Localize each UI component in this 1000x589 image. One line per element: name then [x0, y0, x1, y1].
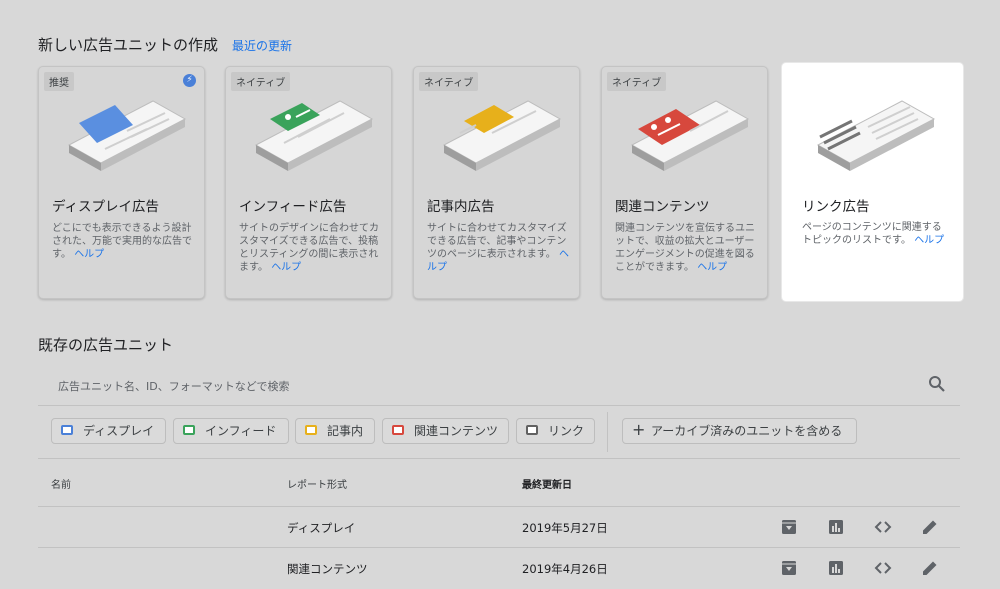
- cell-format: ディスプレイ: [287, 521, 356, 535]
- existing-section-title: 既存の広告ユニット: [38, 336, 174, 354]
- chip-label: 関連コンテンツ: [414, 424, 499, 438]
- card-description: どこにでも表示できるよう設計された、万能で実用的な広告です。 ヘルプ: [52, 223, 192, 260]
- card-description: サイトに合わせてカスタマイズできる広告で、記事やコンテンツのページに表示されます…: [427, 223, 569, 273]
- filter-chip-link[interactable]: リンク: [516, 418, 595, 444]
- plus-icon: +: [632, 420, 646, 439]
- help-link[interactable]: ヘルプ: [74, 249, 104, 260]
- card-description: サイトのデザインに合わせてカスタマイズできる広告で、投稿とリスティングの間に表示…: [239, 223, 379, 273]
- chip-label: インフィード: [205, 424, 277, 438]
- card-title: 記事内広告: [427, 199, 495, 215]
- code-icon[interactable]: [874, 559, 892, 577]
- related-content-illustration: [630, 100, 750, 171]
- cell-updated: 2019年5月27日: [522, 521, 608, 535]
- filter-chip-in-article[interactable]: 記事内: [295, 418, 375, 444]
- card-tag: 推奨: [44, 72, 74, 91]
- search-icon[interactable]: [928, 375, 946, 393]
- infeed-format-icon: [183, 425, 195, 435]
- in-article-ad-illustration: [442, 100, 562, 171]
- cell-format: 関連コンテンツ: [287, 562, 368, 576]
- chip-label: ディスプレイ: [83, 424, 155, 438]
- recent-updates-link[interactable]: 最近の更新: [232, 37, 292, 54]
- help-link[interactable]: ヘルプ: [914, 235, 944, 246]
- link-format-icon: [526, 425, 538, 435]
- table-divider: [38, 458, 960, 459]
- table-row[interactable]: 関連コンテンツ 2019年4月26日: [38, 547, 960, 589]
- in-article-format-icon: [305, 425, 317, 435]
- cell-updated: 2019年4月26日: [522, 562, 608, 576]
- card-title: ディスプレイ広告: [52, 199, 160, 215]
- card-description: 関連コンテンツを宣伝するユニットで、収益の拡大とユーザー エンゲージメントの促進…: [615, 223, 755, 273]
- card-tag: ネイティブ: [607, 72, 667, 91]
- archive-icon[interactable]: [780, 518, 798, 536]
- link-ads-illustration: [816, 100, 936, 171]
- filter-chip-infeed[interactable]: インフィード: [173, 418, 289, 444]
- card-in-article[interactable]: ネイティブ 記事内広告 サイトに合わせてカスタマイズできる広告で、記事やコンテン…: [413, 66, 580, 299]
- search-bar: [38, 365, 960, 406]
- column-header-updated[interactable]: 最終更新日: [522, 476, 572, 491]
- report-icon[interactable]: [827, 518, 845, 536]
- chip-divider: [607, 412, 608, 452]
- card-related-content[interactable]: ネイティブ 関連コンテンツ 関連コンテンツを宣伝するユニットで、収益の拡大とユー…: [601, 66, 768, 299]
- column-header-name[interactable]: 名前: [51, 476, 71, 491]
- chip-label: アーカイブ済みのユニットを含める: [651, 424, 843, 438]
- card-title: インフィード広告: [239, 199, 347, 215]
- card-title: 関連コンテンツ: [615, 199, 710, 215]
- report-icon[interactable]: [827, 559, 845, 577]
- help-link[interactable]: ヘルプ: [697, 262, 727, 273]
- card-tag: ネイティブ: [231, 72, 291, 91]
- card-infeed[interactable]: ネイティブ インフィード広告 サイトのデザインに合わせてカスタマイズできる広告で…: [225, 66, 392, 299]
- code-icon[interactable]: [874, 518, 892, 536]
- create-section-title: 新しい広告ユニットの作成: [38, 36, 219, 54]
- filter-chip-display[interactable]: ディスプレイ: [51, 418, 166, 444]
- display-format-icon: [61, 425, 73, 435]
- bolt-icon: ⚡: [183, 74, 196, 87]
- table-row[interactable]: ディスプレイ 2019年5月27日: [38, 506, 960, 548]
- card-description: ページのコンテンツに関連するトピックのリストです。 ヘルプ: [802, 222, 945, 246]
- include-archived-chip[interactable]: + アーカイブ済みのユニットを含める: [622, 418, 857, 444]
- column-header-format[interactable]: レポート形式: [287, 476, 347, 491]
- chip-label: リンク: [548, 424, 585, 438]
- edit-icon[interactable]: [921, 559, 939, 577]
- help-link[interactable]: ヘルプ: [271, 262, 301, 273]
- related-content-format-icon: [392, 425, 404, 435]
- card-tag: ネイティブ: [419, 72, 479, 91]
- card-display[interactable]: 推奨 ⚡ ディスプレイ広告 どこにでも表示できるよう設計された、万能で実用的な広…: [38, 66, 205, 299]
- filter-chip-related-content[interactable]: 関連コンテンツ: [382, 418, 509, 444]
- edit-icon[interactable]: [921, 518, 939, 536]
- display-ad-illustration: [67, 100, 187, 171]
- infeed-ad-illustration: [254, 100, 374, 171]
- card-link-ads[interactable]: リンク広告 ページのコンテンツに関連するトピックのリストです。 ヘルプ: [781, 62, 964, 302]
- archive-icon[interactable]: [780, 559, 798, 577]
- card-title: リンク広告: [802, 199, 870, 215]
- search-input[interactable]: [56, 375, 910, 397]
- chip-label: 記事内: [327, 424, 364, 438]
